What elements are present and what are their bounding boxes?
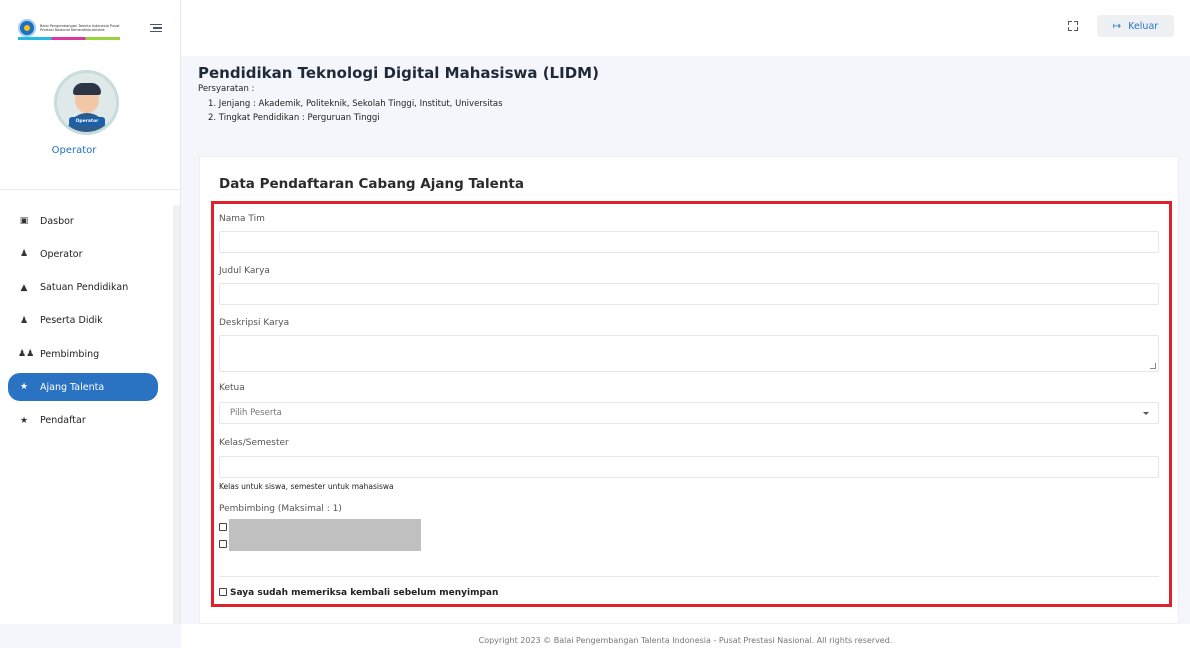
work-title-label: Judul Karya bbox=[219, 266, 270, 276]
avatar: Operator bbox=[54, 70, 119, 135]
mentor-checkbox[interactable] bbox=[219, 540, 227, 548]
requirements-list: 1. Jenjang : Akademik, Politeknik, Sekol… bbox=[208, 97, 503, 125]
top-header: ↦ Keluar bbox=[181, 0, 1190, 56]
mentor-checkbox[interactable] bbox=[219, 523, 227, 531]
leader-label: Ketua bbox=[219, 383, 245, 393]
sidebar-item-pendaftar[interactable]: ★ Pendaftar bbox=[8, 407, 158, 435]
sidebar-scrollbar[interactable] bbox=[173, 205, 180, 624]
sidebar-item-label: Pendaftar bbox=[40, 415, 86, 427]
team-name-input[interactable] bbox=[219, 231, 1159, 253]
sidebar-item-label: Ajang Talenta bbox=[40, 381, 105, 393]
class-semester-label: Kelas/Semester bbox=[219, 438, 289, 448]
sidebar-item-operator[interactable]: ♟ Operator bbox=[8, 240, 158, 268]
logo-color-bar bbox=[18, 37, 120, 40]
requirements-label: Persyaratan : bbox=[198, 84, 255, 94]
trophy-icon: ★ bbox=[19, 382, 29, 393]
caret-down-icon bbox=[1143, 412, 1149, 415]
graduation-cap-icon: ▲ bbox=[20, 282, 28, 293]
leader-select[interactable]: Pilih Peserta bbox=[219, 402, 1159, 424]
page-title: Pendidikan Teknologi Digital Mahasiswa (… bbox=[198, 64, 599, 82]
logo-icon bbox=[18, 19, 36, 37]
registration-card: Data Pendaftaran Cabang Ajang Talenta Na… bbox=[199, 156, 1179, 624]
logout-label: Keluar bbox=[1128, 20, 1159, 32]
logo-text: Balai Pengembangan Talenta Indonesia Pus… bbox=[40, 24, 120, 32]
menu-toggle-icon[interactable] bbox=[150, 23, 162, 33]
sidebar-divider bbox=[0, 189, 180, 190]
sidebar-item-pembimbing[interactable]: ♟♟ Pembimbing bbox=[8, 340, 158, 368]
user-icon: ♟ bbox=[19, 249, 29, 260]
sidebar-item-label: Pembimbing bbox=[40, 348, 100, 360]
requirement-item: 1. Jenjang : Akademik, Politeknik, Sekol… bbox=[208, 99, 503, 109]
trophy-icon: ★ bbox=[19, 415, 29, 426]
requirement-item: 2. Tingkat Pendidikan : Perguruan Tinggi bbox=[208, 113, 380, 123]
work-title-input[interactable] bbox=[219, 283, 1159, 305]
leader-select-value: Pilih Peserta bbox=[230, 408, 282, 418]
user-role: Operator bbox=[51, 145, 97, 156]
sidebar-item-peserta-didik[interactable]: ♟ Peserta Didik bbox=[8, 307, 158, 335]
copyright-text: Copyright 2023 © Balai Pengembangan Tale… bbox=[478, 636, 893, 645]
sidebar-item-dasbor[interactable]: ▣ Dasbor bbox=[8, 207, 158, 235]
logo-row: Balai Pengembangan Talenta Indonesia Pus… bbox=[0, 0, 180, 56]
team-name-label: Nama Tim bbox=[219, 214, 265, 224]
sidebar: Balai Pengembangan Talenta Indonesia Pus… bbox=[0, 0, 181, 624]
sidebar-item-label: Dasbor bbox=[40, 215, 74, 227]
work-description-textarea[interactable] bbox=[219, 335, 1159, 372]
work-description-label: Deskripsi Karya bbox=[219, 318, 290, 328]
dashboard-icon: ▣ bbox=[19, 216, 29, 226]
sidebar-item-label: Satuan Pendidikan bbox=[40, 282, 129, 294]
confirm-label: Saya sudah memeriksa kembali sebelum men… bbox=[230, 588, 499, 598]
sidebar-item-label: Peserta Didik bbox=[40, 315, 103, 327]
fullscreen-icon[interactable] bbox=[1066, 19, 1080, 33]
form-divider bbox=[219, 576, 1159, 577]
mentor-label: Pembimbing (Maksimal : 1) bbox=[219, 504, 342, 514]
avatar-badge: Operator bbox=[69, 117, 105, 126]
user-icon: ♟ bbox=[19, 315, 29, 326]
logout-icon: ↦ bbox=[1112, 20, 1122, 32]
users-icon: ♟♟ bbox=[18, 349, 35, 360]
logout-button[interactable]: ↦ Keluar bbox=[1097, 15, 1174, 37]
confirm-checkbox[interactable] bbox=[219, 588, 227, 596]
class-semester-help: Kelas untuk siswa, semester untuk mahasi… bbox=[219, 482, 394, 491]
form-title: Data Pendaftaran Cabang Ajang Talenta bbox=[219, 176, 524, 192]
sidebar-item-label: Operator bbox=[40, 248, 83, 260]
redacted-mentor-names bbox=[229, 519, 421, 551]
sidebar-item-ajang-talenta[interactable]: ★ Ajang Talenta bbox=[8, 373, 158, 402]
sidebar-item-satuan-pendidikan[interactable]: ▲ Satuan Pendidikan bbox=[8, 274, 158, 302]
class-semester-input[interactable] bbox=[219, 456, 1159, 478]
sidebar-nav: ▣ Dasbor ♟ Operator ▲ Satuan Pendidikan … bbox=[8, 207, 158, 440]
